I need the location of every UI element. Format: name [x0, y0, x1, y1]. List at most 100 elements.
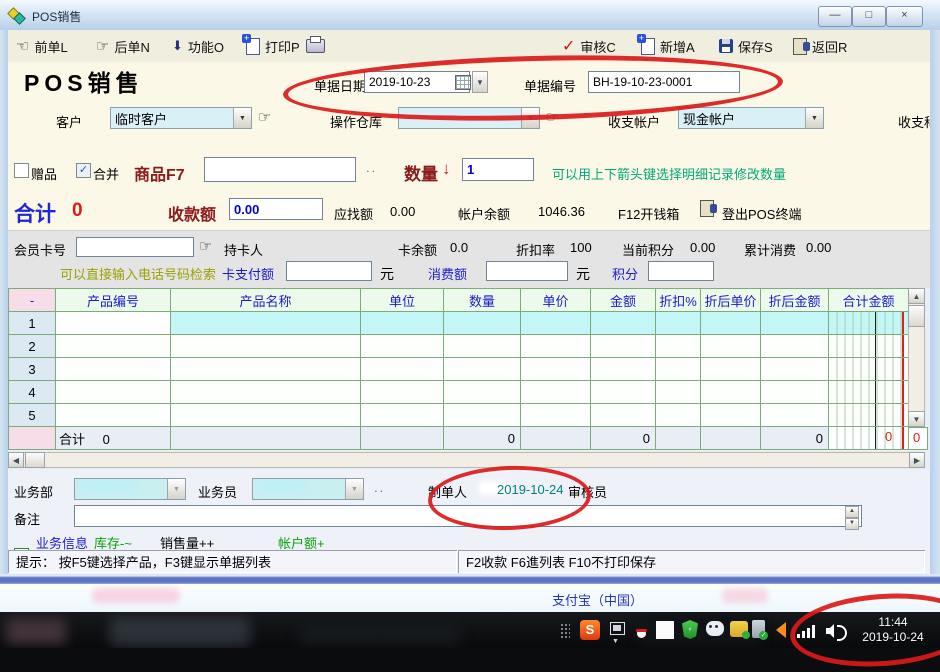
functions-button[interactable]: ⬇ 功能O: [172, 36, 224, 56]
scroll-right-button[interactable]: ▶: [909, 452, 925, 468]
grid-cell[interactable]: [56, 381, 171, 404]
grid-cell[interactable]: [171, 312, 361, 335]
salesman-combo[interactable]: ▼: [252, 478, 364, 500]
customer-combo[interactable]: 临时客户 ▼: [110, 107, 252, 129]
volume-speaker-icon[interactable]: [826, 623, 848, 639]
grid-cell[interactable]: [761, 312, 829, 335]
prev-order-button[interactable]: ☜ 前单L: [16, 36, 68, 56]
spin-up-icon[interactable]: ▲: [845, 506, 859, 518]
date-dropdown-button[interactable]: ▼: [472, 71, 488, 93]
printer-icon-button[interactable]: [306, 36, 325, 56]
grid-cell[interactable]: [656, 404, 701, 427]
points-input[interactable]: [648, 261, 714, 281]
dept-caret-icon[interactable]: ▼: [167, 479, 185, 499]
grid-cell[interactable]: [171, 358, 361, 381]
scroll-up-button[interactable]: ▲: [908, 288, 925, 304]
grid-cell[interactable]: [591, 358, 656, 381]
grid-cell[interactable]: [656, 381, 701, 404]
grid-cell[interactable]: [521, 404, 591, 427]
grid-cell[interactable]: [656, 358, 701, 381]
tray-clock[interactable]: 11:44 2019-10-24: [856, 615, 930, 645]
card-pay-input[interactable]: [286, 261, 372, 281]
grid-cell[interactable]: [56, 335, 171, 358]
tray-caret-icon[interactable]: ▼: [612, 638, 619, 645]
grid-cell[interactable]: [521, 358, 591, 381]
remark-input[interactable]: [74, 505, 862, 527]
back-button[interactable]: 返回R: [793, 36, 847, 56]
grid-cell[interactable]: [701, 381, 761, 404]
received-input[interactable]: [229, 198, 323, 220]
gift-checkbox[interactable]: [14, 163, 29, 178]
grid-cell[interactable]: [56, 312, 171, 335]
grid-cell[interactable]: [444, 404, 521, 427]
security-shield-tray-icon[interactable]: [682, 620, 698, 639]
grid-cell[interactable]: [761, 335, 829, 358]
grid-cell-ruled[interactable]: [829, 358, 909, 381]
dept-combo[interactable]: ▼: [74, 478, 186, 500]
audit-button[interactable]: ✓ 审核C: [562, 36, 616, 56]
grid-cell[interactable]: [701, 404, 761, 427]
qty-input[interactable]: [462, 158, 534, 181]
grid-cell[interactable]: [444, 381, 521, 404]
yellow-app-tray-icon[interactable]: [730, 621, 748, 637]
sogou-tray-icon[interactable]: S: [580, 620, 600, 640]
grid-cell[interactable]: [361, 404, 444, 427]
window-switch-tray-icon[interactable]: [610, 622, 625, 635]
grid-cell[interactable]: [656, 335, 701, 358]
grid-cell[interactable]: [591, 335, 656, 358]
grid-cell-ruled[interactable]: [829, 335, 909, 358]
grid-cell-ruled[interactable]: [829, 381, 909, 404]
account-combo[interactable]: 现金帐户 ▼: [678, 107, 824, 129]
grid-cell[interactable]: [171, 404, 361, 427]
usb-tray-icon[interactable]: ✓: [752, 620, 765, 638]
grid-cell[interactable]: [761, 404, 829, 427]
grid-cell[interactable]: [361, 358, 444, 381]
wechat-tray-icon[interactable]: [706, 621, 724, 636]
grid-cell[interactable]: [521, 312, 591, 335]
open-drawer-label[interactable]: F12开钱箱: [618, 204, 679, 223]
scroll-down-button[interactable]: ▼: [908, 411, 925, 427]
grid-cell[interactable]: [444, 358, 521, 381]
h-scroll-thumb[interactable]: [25, 452, 45, 468]
grid-cell[interactable]: [591, 381, 656, 404]
grid-cell[interactable]: [701, 358, 761, 381]
grid-cell[interactable]: [361, 381, 444, 404]
blank-app-tray-icon[interactable]: [656, 621, 674, 639]
save-button[interactable]: 保存S: [719, 36, 773, 56]
warehouse-caret-icon[interactable]: ▼: [521, 108, 539, 128]
grid-cell[interactable]: [444, 335, 521, 358]
logout-pos-button[interactable]: 登出POS终端: [722, 204, 801, 223]
grid-cell[interactable]: [171, 381, 361, 404]
grid-cell[interactable]: [56, 358, 171, 381]
row-number[interactable]: 3: [9, 358, 56, 381]
grid-cell-ruled[interactable]: [829, 312, 909, 335]
taskbar[interactable]: S ▼ ✓ 11:44 2019-10-24: [0, 612, 940, 648]
spin-down-icon[interactable]: ▼: [845, 518, 859, 530]
consume-input[interactable]: [486, 261, 568, 281]
grid-cell[interactable]: [521, 335, 591, 358]
grid-cell[interactable]: [361, 335, 444, 358]
account-caret-icon[interactable]: ▼: [805, 108, 823, 128]
merge-checkbox[interactable]: ✓: [76, 163, 91, 178]
restore-button[interactable]: □: [852, 6, 886, 27]
grid-cell[interactable]: [591, 404, 656, 427]
grid-cell[interactable]: [761, 358, 829, 381]
doc-no-input[interactable]: [588, 71, 740, 93]
grid-cell[interactable]: [361, 312, 444, 335]
next-order-button[interactable]: ☞ 后单N: [96, 36, 150, 56]
grid-cell[interactable]: [591, 312, 656, 335]
tray-expand-handle[interactable]: [560, 623, 570, 638]
scroll-left-button[interactable]: ◀: [8, 452, 24, 468]
grid-cell[interactable]: [656, 312, 701, 335]
row-number[interactable]: 4: [9, 381, 56, 404]
product-input[interactable]: [204, 157, 356, 182]
network-signal-icon[interactable]: [797, 624, 819, 638]
close-button[interactable]: ×: [886, 6, 923, 27]
h-scrollbar[interactable]: [8, 452, 925, 468]
member-card-input[interactable]: [76, 237, 194, 257]
minimize-button[interactable]: —: [818, 6, 852, 27]
salesman-caret-icon[interactable]: ▼: [345, 479, 363, 499]
grid-cell[interactable]: [701, 312, 761, 335]
grid-cell[interactable]: [701, 335, 761, 358]
row-number[interactable]: 2: [9, 335, 56, 358]
